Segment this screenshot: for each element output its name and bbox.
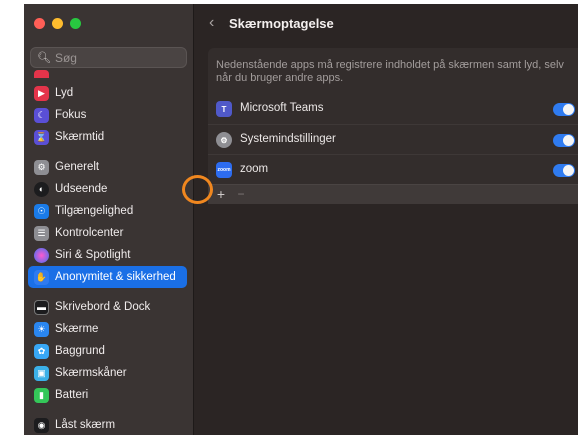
sidebar: 🔍︎ Søg ▶ Lyd ☾ Fokus ⌛ Skærmtid ⚙ Genere… xyxy=(24,4,194,435)
speaker-icon: ▶ xyxy=(34,85,49,101)
description-text: Nedenstående apps må registrere indholde… xyxy=(216,59,564,84)
battery-icon: ▮ xyxy=(34,387,49,403)
sidebar-item-label: Batteri xyxy=(55,389,89,401)
app-name: Systemindstillinger xyxy=(240,133,336,145)
window-controls xyxy=(34,18,81,29)
sidebar-item-anonymitet-sikkerhed[interactable]: ✋ Anonymitet & sikkerhed xyxy=(28,266,187,288)
teams-icon: T xyxy=(216,101,232,117)
app-list-panel: Nedenstående apps må registrere indholde… xyxy=(208,48,578,204)
sidebar-item-label: Låst skærm xyxy=(55,419,116,431)
sidebar-item-skaermskaaner[interactable]: ▣ Skærmskåner xyxy=(28,362,187,384)
sidebar-item-skaerme[interactable]: ☀ Skærme xyxy=(28,318,187,340)
app-row-microsoft-teams: T Microsoft Teams xyxy=(208,94,578,124)
app-toggle-microsoft-teams[interactable] xyxy=(553,103,575,116)
sidebar-item-generelt[interactable]: ⚙ Generelt xyxy=(28,156,187,178)
sidebar-item-label: Anonymitet & sikkerhed xyxy=(55,271,176,283)
screensaver-icon: ▣ xyxy=(34,365,49,381)
sidebar-item-label: Skærmskåner xyxy=(55,367,127,379)
sidebar-item-fokus[interactable]: ☾ Fokus xyxy=(28,104,187,126)
remove-app-button[interactable]: − xyxy=(235,185,247,204)
sidebar-item-skaermtid[interactable]: ⌛ Skærmtid xyxy=(28,126,187,148)
toggle-knob xyxy=(563,165,574,176)
sidebar-item-label: Skærmtid xyxy=(55,131,105,143)
app-toggle-systemindstillinger[interactable] xyxy=(553,134,575,147)
sidebar-item-label: Baggrund xyxy=(55,345,105,357)
sidebar-item-label: Generelt xyxy=(55,161,100,173)
zoom-icon: zoom xyxy=(216,162,232,178)
chevron-left-icon[interactable]: ‹ xyxy=(209,14,214,32)
sidebar-item-label: Tilgængelighed xyxy=(55,205,134,217)
app-row-systemindstillinger: ⚙ Systemindstillinger xyxy=(208,124,578,154)
sidebar-item-label: Fokus xyxy=(55,109,87,121)
moon-icon: ☾ xyxy=(34,107,49,123)
sidebar-item-siri-spotlight[interactable]: Siri & Spotlight xyxy=(28,244,187,266)
sidebar-item-laast-skaerm[interactable]: ◉ Låst skærm xyxy=(28,414,187,435)
sidebar-item-skrivebord-dock[interactable]: ▬ Skrivebord & Dock xyxy=(28,296,187,318)
toggle-knob xyxy=(563,104,574,115)
list-controls-bar: + − xyxy=(208,184,578,204)
sidebar-item-baggrund[interactable]: ✿ Baggrund xyxy=(28,340,187,362)
search-icon: 🔍︎ xyxy=(37,52,51,64)
appearance-icon: ◐ xyxy=(34,181,49,197)
sidebar-item-label: Skærme xyxy=(55,323,99,335)
app-name: zoom xyxy=(240,163,269,175)
add-app-button[interactable]: + xyxy=(214,185,228,204)
sidebar-item-lyd[interactable]: ▶ Lyd xyxy=(28,82,187,104)
siri-icon xyxy=(34,247,49,263)
hand-icon: ✋ xyxy=(34,269,49,285)
main-content: ‹ Skærmoptagelse Nedenstående apps må re… xyxy=(194,4,578,435)
search-placeholder: Søg xyxy=(54,50,77,65)
sidebar-item-batteri[interactable]: ▮ Batteri xyxy=(28,384,187,406)
system-settings-icon: ⚙ xyxy=(216,132,232,148)
close-window-button[interactable] xyxy=(34,18,45,29)
toggle-knob xyxy=(563,135,574,146)
sidebar-item-label: Lyd xyxy=(55,87,74,99)
hourglass-icon: ⌛ xyxy=(34,129,49,145)
highlight-circle xyxy=(182,175,213,204)
sidebar-item-tilgaengelighed[interactable]: ☉ Tilgængelighed xyxy=(28,200,187,222)
settings-window: 🔍︎ Søg ▶ Lyd ☾ Fokus ⌛ Skærmtid ⚙ Genere… xyxy=(24,4,578,435)
sidebar-item-label: Udseende xyxy=(55,183,108,195)
search-field[interactable]: 🔍︎ Søg xyxy=(30,47,187,68)
app-row-zoom: zoom zoom xyxy=(208,154,578,184)
sidebar-item-label: Kontrolcenter xyxy=(55,227,124,239)
wallpaper-icon: ✿ xyxy=(34,343,49,359)
accessibility-icon: ☉ xyxy=(34,203,49,219)
dock-icon: ▬ xyxy=(34,299,49,315)
sidebar-item-label: Siri & Spotlight xyxy=(55,249,131,261)
sidebar-item-udseende[interactable]: ◐ Udseende xyxy=(28,178,187,200)
app-name: Microsoft Teams xyxy=(240,102,324,114)
notification-icon xyxy=(34,70,49,78)
lock-icon: ◉ xyxy=(34,417,49,433)
sidebar-item-partial[interactable] xyxy=(28,70,187,78)
control-center-icon: ☰ xyxy=(34,225,49,241)
zoom-window-button[interactable] xyxy=(70,18,81,29)
sidebar-item-kontrolcenter[interactable]: ☰ Kontrolcenter xyxy=(28,222,187,244)
sidebar-item-label: Skrivebord & Dock xyxy=(55,301,151,313)
page-title: Skærmoptagelse xyxy=(229,16,334,31)
app-toggle-zoom[interactable] xyxy=(553,164,575,177)
minimize-window-button[interactable] xyxy=(52,18,63,29)
sun-icon: ☀ xyxy=(34,321,49,337)
gear-icon: ⚙ xyxy=(34,159,49,175)
